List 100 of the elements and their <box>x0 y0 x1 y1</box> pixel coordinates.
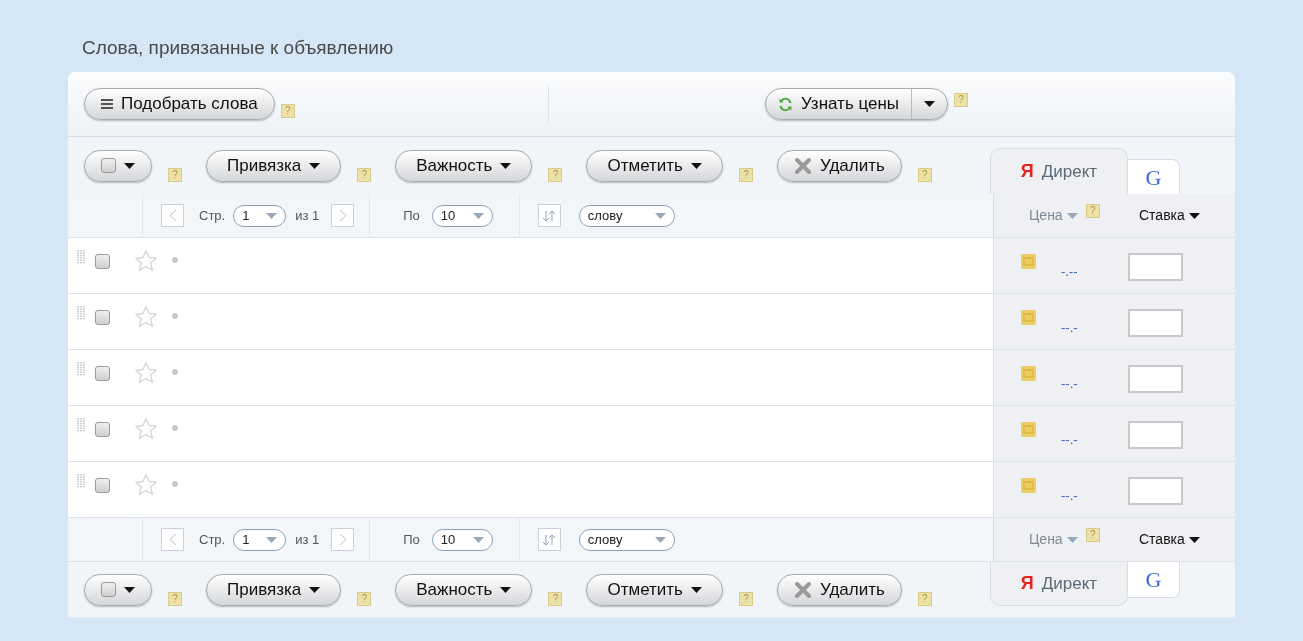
per-page-label: По <box>403 530 420 549</box>
caret-icon <box>472 536 484 543</box>
select-menu-button[interactable] <box>84 573 152 606</box>
section-title: Слова, привязанные к объявлению <box>82 36 395 60</box>
money-icon <box>1021 366 1036 381</box>
sort-arrows-icon <box>542 533 557 546</box>
close-icon <box>793 156 812 175</box>
sort-order-button[interactable] <box>537 528 561 551</box>
menu-button[interactable]: Привязка <box>206 573 342 606</box>
caret-icon <box>472 212 484 219</box>
caret-icon <box>1066 212 1078 219</box>
sort-order-button[interactable] <box>537 204 561 227</box>
yandex-logo-icon: Я <box>1020 158 1034 185</box>
bid-input[interactable] <box>1127 477 1183 505</box>
delete-button[interactable]: Удалить <box>776 573 902 606</box>
bid-input[interactable] <box>1127 421 1183 449</box>
drag-handle-icon[interactable] <box>77 418 86 432</box>
checkbox[interactable] <box>95 478 110 493</box>
price-value: --.- <box>1061 375 1078 393</box>
pick-words-button[interactable]: Подобрать слова <box>84 88 275 120</box>
tab[interactable]: G <box>1128 159 1180 194</box>
drag-handle-icon[interactable] <box>77 474 86 488</box>
menu-button[interactable]: Отметить <box>586 149 723 182</box>
next-page-button[interactable] <box>331 528 355 551</box>
next-page-button[interactable] <box>331 204 355 227</box>
sort-arrows-icon <box>542 209 557 222</box>
caret-icon <box>1188 536 1200 543</box>
column-header[interactable]: Цена <box>1029 529 1078 550</box>
caret-icon <box>654 212 666 219</box>
menu-button[interactable]: Отметить <box>586 573 723 606</box>
dropdown[interactable]: 10 <box>431 528 493 551</box>
bid-input[interactable] <box>1127 365 1183 393</box>
checkbox[interactable] <box>95 422 110 437</box>
star-icon[interactable] <box>135 474 157 495</box>
page-count: из 1 <box>295 530 320 549</box>
caret-icon <box>266 212 278 219</box>
caret-icon <box>124 162 135 169</box>
price-value: --.- <box>1061 319 1078 337</box>
drag-handle-icon[interactable] <box>77 250 86 264</box>
dropdown[interactable]: слову <box>578 528 675 551</box>
caret-icon <box>1188 212 1200 219</box>
chevron-left-icon <box>168 533 177 546</box>
select-menu-button[interactable] <box>84 149 152 182</box>
refresh-icon <box>778 96 793 112</box>
money-icon <box>1021 422 1036 437</box>
google-logo-icon: G <box>1145 563 1162 596</box>
dropdown[interactable]: 10 <box>431 204 493 227</box>
menu-button[interactable]: Важность <box>395 149 533 182</box>
per-page-label: По <box>403 206 420 225</box>
star-icon[interactable] <box>135 418 157 439</box>
caret-icon <box>924 101 936 107</box>
bid-input[interactable] <box>1127 253 1183 281</box>
dropdown[interactable]: 1 <box>233 204 287 227</box>
tab[interactable]: Я Директ <box>990 562 1128 606</box>
money-icon <box>1021 254 1036 269</box>
delete-button[interactable]: Удалить <box>776 149 902 182</box>
checkbox[interactable] <box>95 254 110 269</box>
caret-icon <box>500 586 512 593</box>
caret-icon <box>500 162 512 169</box>
bid-input[interactable] <box>1127 309 1183 337</box>
star-icon[interactable] <box>135 362 157 383</box>
page-label: Стр. <box>199 530 226 549</box>
caret-icon <box>124 586 135 593</box>
close-icon <box>793 580 812 599</box>
drag-handle-icon[interactable] <box>77 306 86 320</box>
menu-button[interactable]: Привязка <box>206 149 342 182</box>
google-logo-icon: G <box>1145 160 1162 194</box>
chevron-right-icon <box>338 533 347 546</box>
money-icon <box>1021 310 1036 325</box>
price-value: -.-- <box>1061 263 1078 281</box>
get-prices-split-button[interactable]: Узнать цены <box>765 88 949 120</box>
yandex-logo-icon: Я <box>1020 570 1034 597</box>
chevron-right-icon <box>338 209 347 222</box>
caret-icon <box>309 586 321 593</box>
caret-icon <box>654 536 666 543</box>
caret-icon <box>690 586 702 593</box>
price-value: --.- <box>1061 431 1078 449</box>
money-icon <box>1021 478 1036 493</box>
checkbox[interactable] <box>95 310 110 325</box>
page-label: Стр. <box>199 206 226 225</box>
star-icon[interactable] <box>135 250 157 271</box>
dropdown[interactable]: 1 <box>233 528 287 551</box>
price-value: --.- <box>1061 487 1078 505</box>
column-header[interactable]: Ставка <box>1139 205 1200 226</box>
caret-icon <box>1066 536 1078 543</box>
menu-button[interactable]: Важность <box>395 573 533 606</box>
checkbox[interactable] <box>101 582 116 597</box>
drag-handle-icon[interactable] <box>77 362 86 376</box>
prev-page-button[interactable] <box>161 528 184 551</box>
checkbox[interactable] <box>101 158 116 173</box>
page-count: из 1 <box>295 206 320 225</box>
chevron-left-icon <box>168 209 177 222</box>
dropdown[interactable]: слову <box>578 204 675 227</box>
star-icon[interactable] <box>135 306 157 327</box>
tab[interactable]: G <box>1128 562 1180 598</box>
tab[interactable]: Я Директ <box>990 148 1128 194</box>
prev-page-button[interactable] <box>161 204 184 227</box>
checkbox[interactable] <box>95 366 110 381</box>
column-header[interactable]: Ставка <box>1139 529 1200 550</box>
column-header[interactable]: Цена <box>1029 205 1078 226</box>
